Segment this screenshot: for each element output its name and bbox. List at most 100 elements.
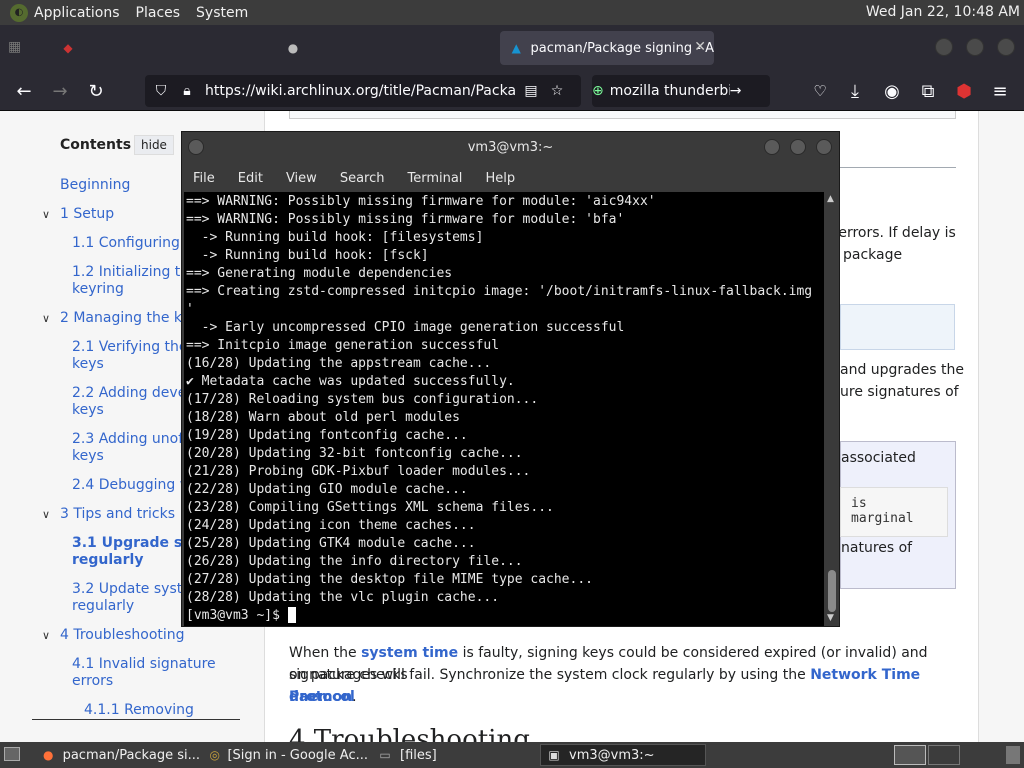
article-text: ure signatures of <box>840 384 959 400</box>
lock-icon[interactable]: 🔒︎ <box>177 83 197 99</box>
firefox-icon: ● <box>43 748 54 762</box>
minimize-button[interactable] <box>935 38 953 56</box>
reload-icon[interactable]: ↻ <box>84 79 108 103</box>
toc-item[interactable]: 4.1 Invalid signature <box>72 656 216 673</box>
menu-help[interactable]: Help <box>485 171 515 186</box>
task-terminal[interactable]: ▣ vm3@vm3:~ <box>540 744 706 766</box>
toc-item[interactable]: keys <box>72 402 104 419</box>
terminal-window[interactable]: vm3@vm3:~ File Edit View Search Terminal… <box>181 131 840 627</box>
toc-item[interactable]: keys <box>72 448 104 465</box>
terminal-prompt-line[interactable]: [vm3@vm3 ~]$ <box>186 607 824 625</box>
terminal-line: (20/28) Updating 32-bit fontconfig cache… <box>186 446 523 461</box>
chevron-down-icon[interactable]: ∨ <box>42 629 50 642</box>
toc-item[interactable]: 4 Troubleshooting <box>60 627 185 644</box>
task-thunderbird[interactable]: ◎ [Sign in - Google Ac... <box>204 744 368 766</box>
toc-item[interactable]: errors <box>72 673 113 690</box>
tab-list-icon[interactable]: ▦ <box>8 39 30 57</box>
chevron-down-icon[interactable]: ∨ <box>42 208 50 221</box>
toc-item[interactable]: 2.1 Verifying the <box>72 339 188 356</box>
menu-places[interactable]: Places <box>136 5 181 21</box>
close-window-button[interactable] <box>816 139 832 155</box>
go-arrow-icon[interactable]: → <box>730 83 742 99</box>
toc-hide-button[interactable]: hide <box>134 135 174 155</box>
code-text: is marginal <box>851 496 914 526</box>
trash-icon[interactable] <box>1006 746 1020 764</box>
terminal-line: (18/28) Warn about old perl modules <box>186 410 460 425</box>
system-time-link[interactable]: system time <box>361 645 458 661</box>
pocket-icon[interactable]: ♡ <box>808 79 832 103</box>
workspace-1[interactable] <box>894 745 926 765</box>
text-cursor <box>287 607 296 623</box>
scroll-down-arrow-icon[interactable]: ▼ <box>827 613 834 623</box>
article-paragraph: on packages will fail. Synchronize the s… <box>289 664 978 708</box>
toc-item[interactable]: Beginning <box>60 177 130 194</box>
chevron-down-icon[interactable]: ∨ <box>42 508 50 521</box>
task-files[interactable]: ▭ [files] <box>372 744 536 766</box>
info-box <box>840 304 955 350</box>
chevron-down-icon[interactable]: ∨ <box>42 312 50 325</box>
toc-item[interactable]: regularly <box>72 598 134 615</box>
tab-1[interactable]: ◆ <box>50 31 260 65</box>
show-desktop-icon[interactable] <box>4 747 20 761</box>
article-text: package <box>843 247 903 263</box>
folder-icon: ▭ <box>379 748 391 762</box>
scrollbar-thumb[interactable] <box>828 570 836 612</box>
terminal-output[interactable]: ==> WARNING: Possibly missing firmware f… <box>184 192 824 626</box>
url-text[interactable]: https://wiki.archlinux.org/title/Pacman/… <box>205 83 515 99</box>
toc-item[interactable]: 2.2 Adding develo <box>72 385 199 402</box>
ublock-icon[interactable]: ⬢ <box>952 79 976 103</box>
toc-item[interactable]: 2.3 Adding unoffi <box>72 431 192 448</box>
toc-item-current[interactable]: regularly <box>72 552 143 569</box>
menu-file[interactable]: File <box>193 171 215 186</box>
shield-icon[interactable]: ⛉ <box>151 83 171 99</box>
maximize-button[interactable] <box>790 139 806 155</box>
task-firefox[interactable]: ● pacman/Package si... <box>36 744 200 766</box>
account-icon[interactable]: ◉ <box>880 79 904 103</box>
terminal-line: (27/28) Updating the desktop file MIME t… <box>186 572 593 587</box>
terminal-scrollbar[interactable]: ▲ ▼ <box>825 192 839 626</box>
toc-item[interactable]: 2.4 Debugging w <box>72 477 191 494</box>
para-text: on packages will fail. Synchronize the s… <box>289 667 806 683</box>
toc-item[interactable]: 1.1 Configuring p <box>72 235 193 252</box>
gnome-foot-icon[interactable]: ◐ <box>10 3 28 22</box>
menu-edit[interactable]: Edit <box>238 171 263 186</box>
browser-tab-bar: ▦ ◆ ● ▲ pacman/Package signing - A ✕ <box>0 25 1024 71</box>
forward-arrow-icon[interactable]: → <box>48 79 72 103</box>
tab-2[interactable]: ● <box>275 31 485 65</box>
close-window-button[interactable] <box>997 38 1015 56</box>
hamburger-menu-icon[interactable]: ≡ <box>988 79 1012 103</box>
back-arrow-icon[interactable]: ← <box>12 79 36 103</box>
bookmark-star-icon[interactable]: ☆ <box>547 83 567 99</box>
para-text: . <box>352 689 357 705</box>
url-bar[interactable]: ⛉ 🔒︎ https://wiki.archlinux.org/title/Pa… <box>145 75 581 107</box>
reader-view-icon[interactable]: ▤ <box>521 83 541 99</box>
close-tab-icon[interactable]: ✕ <box>694 39 706 55</box>
menu-applications[interactable]: Applications <box>34 5 120 21</box>
toc-item[interactable]: 3.2 Update syster <box>72 581 197 598</box>
workspace-2[interactable] <box>928 745 960 765</box>
clock[interactable]: Wed Jan 22, 10:48 AM <box>866 4 1020 20</box>
scroll-up-arrow-icon[interactable]: ▲ <box>827 194 834 204</box>
maximize-button[interactable] <box>966 38 984 56</box>
search-bar[interactable]: ⊕ mozilla thunderbird → <box>592 75 770 107</box>
menu-search[interactable]: Search <box>340 171 385 186</box>
menu-system[interactable]: System <box>196 5 248 21</box>
toc-item[interactable]: 1 Setup <box>60 206 114 223</box>
toc-item[interactable]: 3 Tips and tricks <box>60 506 175 523</box>
ntp-daemon-link[interactable]: daemon <box>289 689 352 705</box>
toc-item[interactable]: keys <box>72 356 104 373</box>
downloads-icon[interactable]: ⤓ <box>843 79 867 103</box>
toc-item[interactable]: keyring <box>72 281 124 298</box>
extensions-icon[interactable]: ⧉ <box>916 79 940 103</box>
terminal-line: (22/28) Updating GIO module cache... <box>186 482 468 497</box>
tab-3-active[interactable]: ▲ pacman/Package signing - A ✕ <box>500 31 714 65</box>
toc-item[interactable]: 2 Managing the key <box>60 310 198 327</box>
minimize-button[interactable] <box>764 139 780 155</box>
search-text[interactable]: mozilla thunderbird <box>610 83 730 99</box>
terminal-line: (21/28) Probing GDK-Pixbuf loader module… <box>186 464 531 479</box>
menu-view[interactable]: View <box>286 171 317 186</box>
toc-item[interactable]: 1.2 Initializing the <box>72 264 198 281</box>
toc-item[interactable]: 4.1.1 Removing <box>84 702 194 719</box>
para-text: When the <box>289 645 357 661</box>
menu-terminal[interactable]: Terminal <box>407 171 462 186</box>
